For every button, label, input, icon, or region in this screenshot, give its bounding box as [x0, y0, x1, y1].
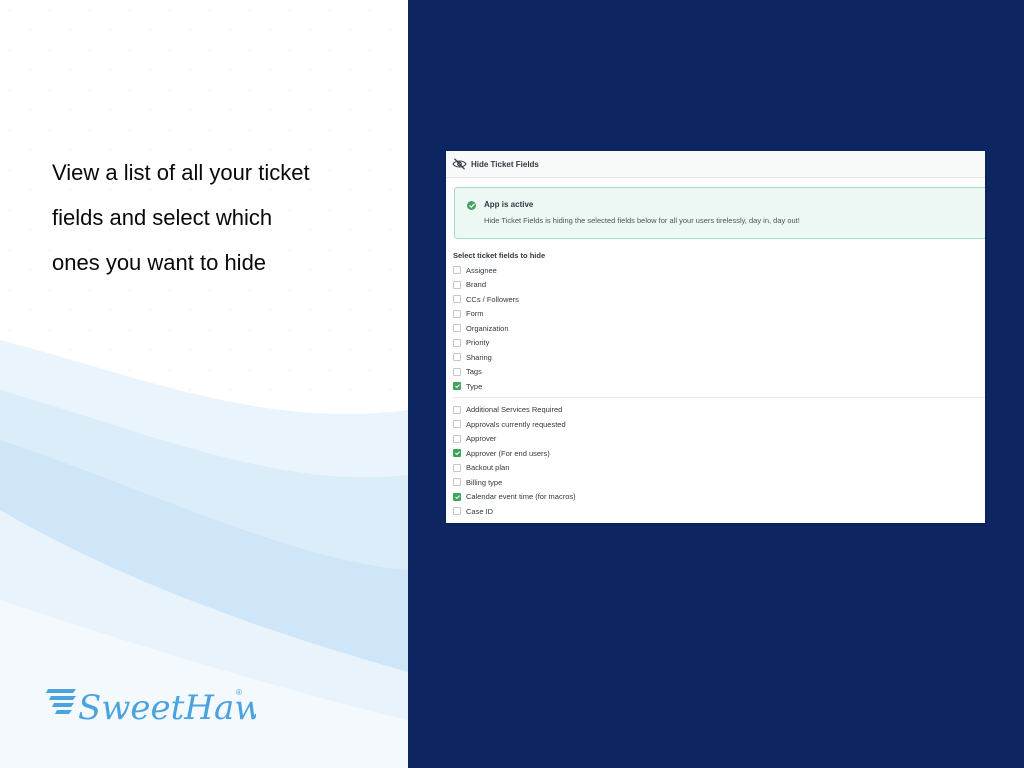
field-checkbox[interactable]: [453, 266, 461, 275]
app-screenshot: Hide Ticket Fields App is active Hide Ti…: [446, 151, 985, 523]
field-checkbox[interactable]: [453, 507, 461, 516]
field-label: CCs / Followers: [466, 294, 519, 304]
field-label: Case ID: [466, 506, 494, 516]
field-checkbox[interactable]: [453, 449, 461, 458]
section-title: Select ticket fields to hide: [453, 251, 546, 260]
field-label: Brand: [466, 280, 487, 290]
field-checkbox[interactable]: [453, 492, 461, 501]
field-label: Type: [466, 381, 483, 391]
field-checkbox[interactable]: [453, 338, 461, 347]
check-circle-icon: [467, 201, 476, 210]
field-option[interactable]: Approver (For end users): [453, 446, 985, 461]
headline-line: View a list of all your ticket: [52, 160, 310, 185]
status-notice: App is active Hide Ticket Fields is hidi…: [454, 187, 985, 239]
field-option[interactable]: Billing type: [453, 475, 985, 490]
field-option[interactable]: Assignee: [453, 263, 985, 278]
headline-line: fields and select which: [52, 205, 273, 230]
field-option[interactable]: Brand: [453, 278, 985, 293]
left-panel: View a list of all your ticket fields an…: [0, 0, 408, 768]
field-checkbox[interactable]: [453, 280, 461, 289]
field-label: Billing type: [466, 477, 503, 487]
notice-title: App is active: [484, 200, 534, 209]
field-checkbox[interactable]: [453, 353, 461, 362]
field-checkbox[interactable]: [453, 295, 461, 304]
field-checkbox[interactable]: [453, 478, 461, 487]
field-option[interactable]: CCs / Followers: [453, 292, 985, 307]
field-label: Assignee: [466, 265, 497, 275]
field-option[interactable]: Organization: [453, 321, 985, 336]
field-label: Backout plan: [466, 463, 510, 473]
field-option[interactable]: Form: [453, 307, 985, 322]
field-option[interactable]: Additional Services Required: [453, 403, 985, 418]
notice-text: Hide Ticket Fields is hiding the selecte…: [484, 216, 800, 225]
field-label: Priority: [466, 338, 490, 348]
field-label: Calendar event time (for macros): [466, 492, 576, 502]
app-title: Hide Ticket Fields: [471, 159, 539, 169]
field-checkbox[interactable]: [453, 324, 461, 333]
field-label: Approver (For end users): [466, 448, 550, 458]
field-option[interactable]: Sharing: [453, 350, 985, 365]
field-checkbox[interactable]: [453, 309, 461, 318]
registered-mark: ®: [236, 688, 242, 697]
app-header: Hide Ticket Fields: [446, 151, 985, 178]
field-option[interactable]: Backout plan: [453, 461, 985, 476]
field-checkbox[interactable]: [453, 367, 461, 376]
logo-text: SweetHawk: [78, 688, 256, 727]
system-fields-list: Assignee Brand CCs / Followers Form Organiza…: [453, 263, 985, 394]
sweethawk-logo: SweetHawk ®: [46, 688, 256, 727]
field-option[interactable]: Tags: [453, 365, 985, 380]
headline: View a list of all your ticket fields an…: [52, 150, 382, 285]
divider: [453, 396, 985, 398]
field-checkbox[interactable]: [453, 434, 461, 443]
field-label: Approvals currently requested: [466, 419, 566, 429]
field-option[interactable]: Approver: [453, 432, 985, 447]
field-option[interactable]: Calendar event time (for macros): [453, 490, 985, 505]
field-label: Organization: [466, 323, 509, 333]
field-checkbox[interactable]: [453, 382, 461, 391]
headline-line: ones you want to hide: [52, 250, 267, 275]
field-label: Additional Services Required: [466, 405, 563, 415]
field-label: Approver: [466, 434, 497, 444]
eye-slash-icon: [452, 158, 467, 170]
field-checkbox[interactable]: [453, 463, 461, 472]
field-option[interactable]: Case ID: [453, 504, 985, 519]
field-label: Form: [466, 309, 484, 319]
field-option[interactable]: Priority: [453, 336, 985, 351]
field-option[interactable]: Type: [453, 379, 985, 394]
field-option[interactable]: Approvals currently requested: [453, 417, 985, 432]
custom-fields-list: Additional Services Required Approvals cu…: [453, 403, 985, 519]
field-label: Sharing: [466, 352, 492, 362]
field-checkbox[interactable]: [453, 420, 461, 429]
field-label: Tags: [466, 367, 482, 377]
field-checkbox[interactable]: [453, 405, 461, 414]
